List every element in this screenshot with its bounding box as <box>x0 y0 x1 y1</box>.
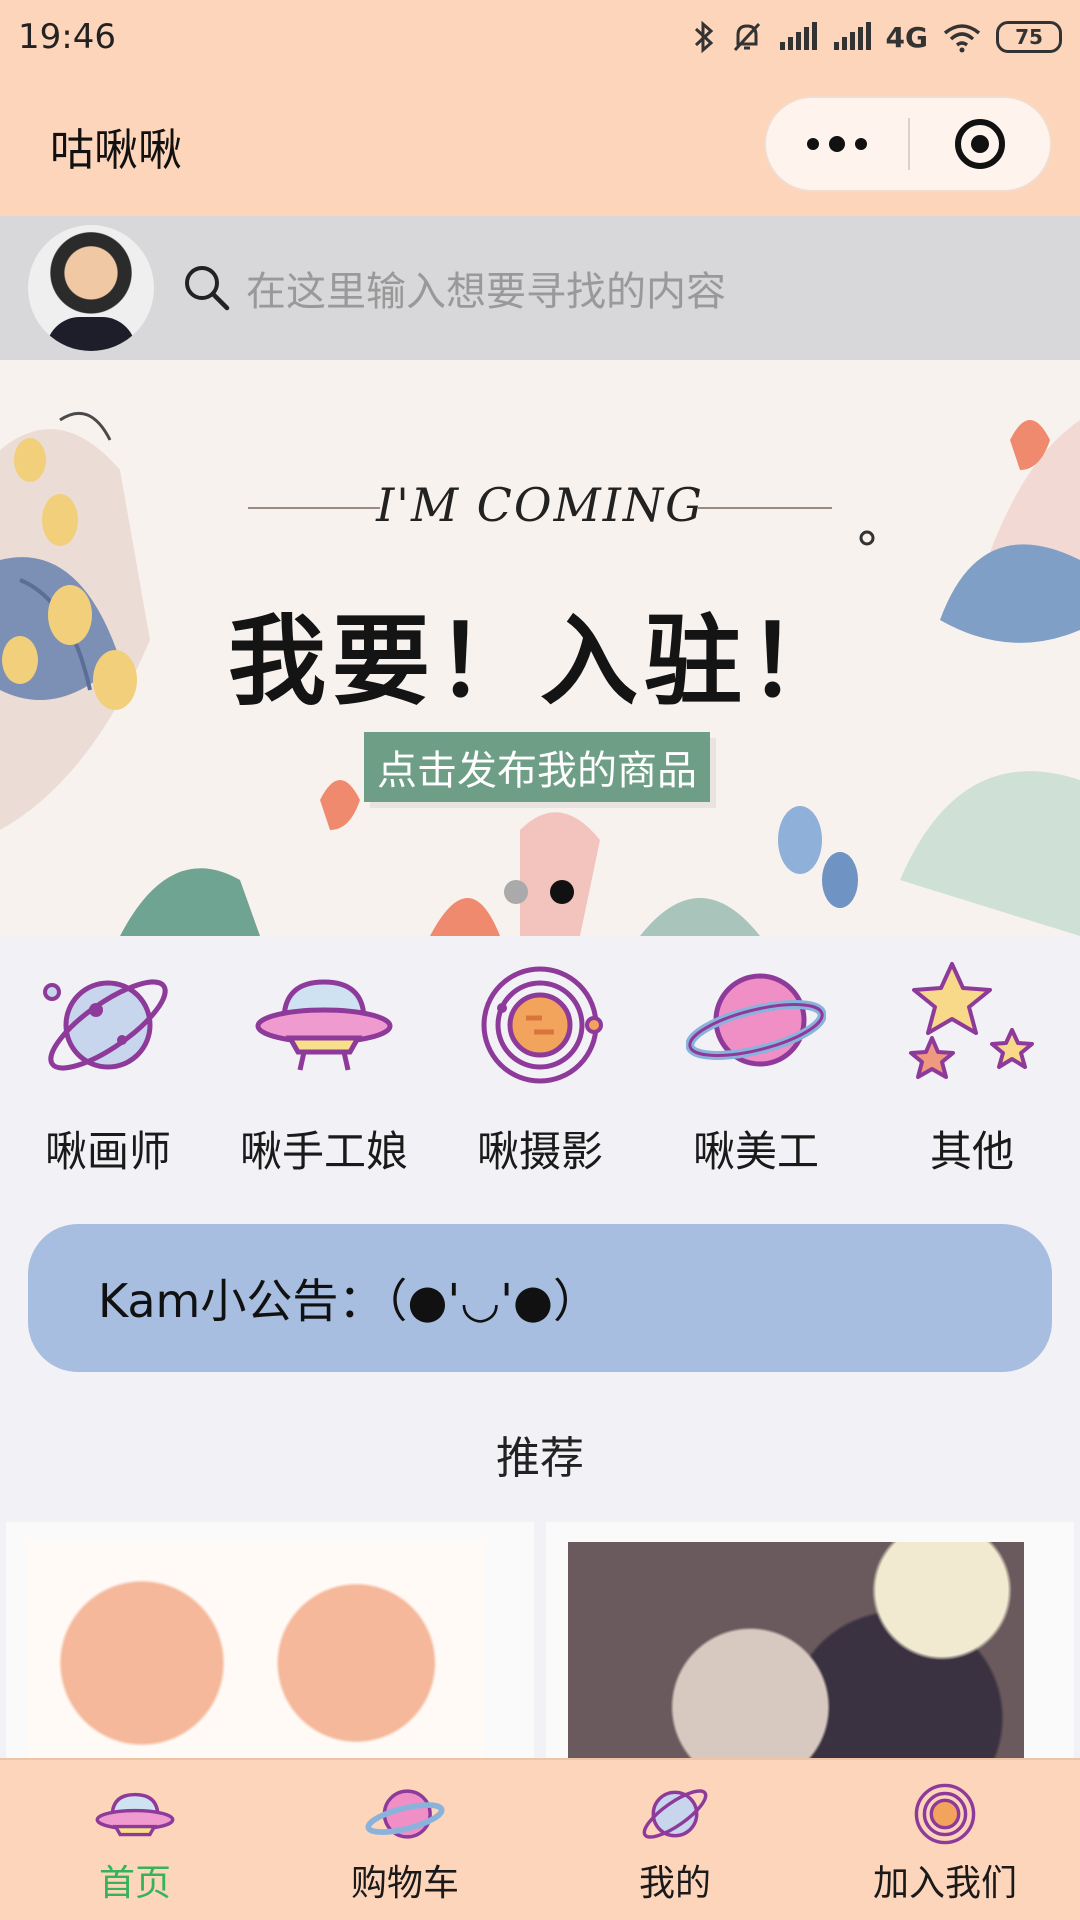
product-card[interactable] <box>546 1522 1074 1762</box>
orbit-planet-icon <box>914 1783 976 1845</box>
tab-label: 购物车 <box>350 1863 459 1904</box>
saturn-icon <box>365 1789 445 1839</box>
bluetooth-icon <box>694 20 713 54</box>
signal-icon-2 <box>833 22 871 50</box>
battery-icon: 75 <box>996 21 1062 53</box>
saturn-icon <box>686 973 826 1067</box>
category-label: 啾画师 <box>44 1127 171 1176</box>
wifi-icon <box>943 24 981 53</box>
search-icon <box>185 266 230 311</box>
avatar[interactable] <box>28 225 154 351</box>
tab-home[interactable]: 首页 <box>0 1760 270 1920</box>
category-design[interactable]: 啾美工 <box>648 936 864 1206</box>
mute-icon <box>733 22 760 52</box>
close-miniprogram-icon <box>955 119 1005 169</box>
category-handcraft[interactable]: 啾手工娘 <box>216 936 432 1206</box>
carousel-dot-active[interactable] <box>550 880 574 904</box>
stars-icon <box>909 962 1034 1079</box>
planet-ring-icon <box>642 1789 708 1839</box>
announcement-banner[interactable]: Kam小公告：（●'◡'●） <box>28 1224 1052 1372</box>
miniprogram-capsule <box>764 96 1052 192</box>
bottom-tab-bar: 首页 购物车 我的 加入我们 <box>0 1758 1080 1920</box>
tab-label: 我的 <box>638 1863 711 1904</box>
banner-tagline: I'M COMING <box>376 478 704 532</box>
tab-join-us[interactable]: 加入我们 <box>810 1760 1080 1920</box>
publish-product-button[interactable]: 点击发布我的商品 <box>364 732 710 802</box>
category-label: 其他 <box>929 1127 1014 1176</box>
more-icon-dot <box>829 136 845 152</box>
category-label: 啾手工娘 <box>239 1127 408 1176</box>
more-button[interactable] <box>766 98 908 190</box>
status-bar: 19:46 4G 75 <box>0 0 1080 74</box>
tab-cart[interactable]: 购物车 <box>270 1760 540 1920</box>
carousel-dot[interactable] <box>504 880 528 904</box>
status-icons: 4G 75 <box>692 20 1062 54</box>
category-photography[interactable]: 啾摄影 <box>432 936 648 1206</box>
status-time: 19:46 <box>18 17 116 57</box>
category-label: 啾摄影 <box>476 1127 603 1176</box>
banner-carousel[interactable]: I'M COMING 我要！入驻！ 点击发布我的商品 <box>0 360 1080 936</box>
search-input[interactable]: 在这里输入想要寻找的内容 <box>246 259 726 317</box>
category-painter[interactable]: 啾画师 <box>0 936 216 1206</box>
banner-heading: 我要！入驻！ <box>227 604 852 719</box>
tab-label: 加入我们 <box>872 1863 1017 1904</box>
tab-label: 首页 <box>98 1863 171 1904</box>
orbit-planet-icon <box>481 966 603 1084</box>
product-card[interactable] <box>6 1522 534 1762</box>
category-grid: 啾画师 啾手工娘 啾摄影 啾美工 其他 <box>0 936 1080 1206</box>
ufo-icon <box>95 1792 175 1837</box>
product-image[interactable] <box>28 1542 484 1762</box>
more-icon-dot <box>855 138 867 150</box>
planet-ring-icon <box>43 979 168 1071</box>
tab-mine[interactable]: 我的 <box>540 1760 810 1920</box>
signal-icon <box>779 22 817 50</box>
recommend-section-title: 推荐 <box>496 1433 584 1484</box>
ufo-icon <box>255 979 393 1071</box>
announcement-text: Kam小公告：（●'◡'●） <box>98 1274 600 1328</box>
carousel-indicator <box>504 880 574 904</box>
search-bar: 在这里输入想要寻找的内容 <box>0 216 1080 360</box>
close-miniprogram-button[interactable] <box>910 98 1050 190</box>
product-image[interactable] <box>568 1542 1024 1762</box>
navigation-bar: 咕啾啾 <box>0 74 1080 216</box>
more-icon <box>807 138 819 150</box>
page-title: 咕啾啾 <box>50 125 182 176</box>
category-other[interactable]: 其他 <box>864 936 1080 1206</box>
category-label: 啾美工 <box>692 1127 819 1176</box>
network-type: 4G <box>885 20 928 54</box>
